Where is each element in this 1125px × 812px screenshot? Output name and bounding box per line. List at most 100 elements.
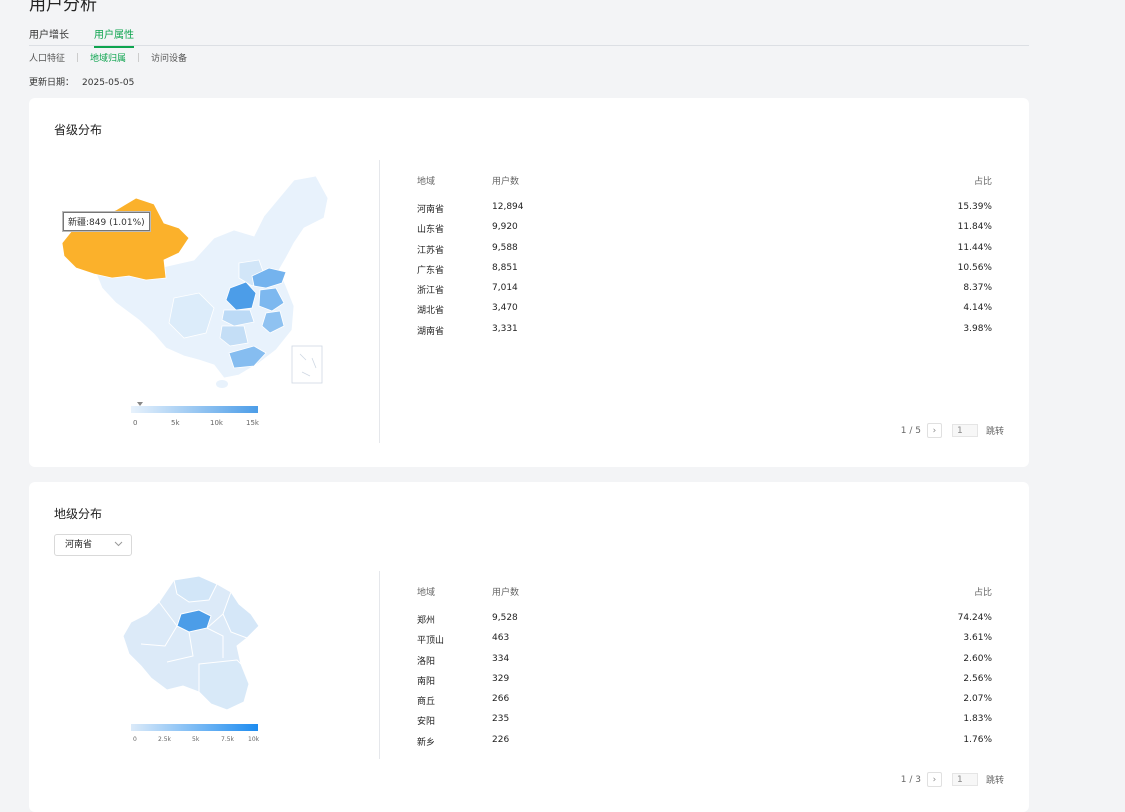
cell-region: 湖北省 [417, 306, 445, 317]
cell-ratio: 1.76% [963, 734, 992, 745]
table-row: 江苏省 9,588 11.44% [417, 243, 992, 263]
chevron-right-icon: › [932, 774, 937, 785]
jump-button[interactable]: 跳转 [986, 773, 1004, 786]
cell-ratio: 10.56% [957, 262, 992, 273]
legend-tick: 2.5k [158, 736, 172, 743]
city-legend-bar[interactable] [131, 724, 258, 731]
cell-region: 广东省 [417, 265, 445, 276]
next-page-button[interactable]: › [926, 772, 942, 787]
cell-ratio: 15.39% [957, 202, 992, 212]
table-row: 广东省 8,851 10.56% [417, 263, 992, 283]
legend-tick: 10k [210, 419, 223, 427]
subtab-region[interactable]: 地域归属 [90, 51, 126, 64]
update-date-label: 更新日期： [29, 78, 75, 88]
page-input[interactable]: 1 [951, 773, 978, 786]
cell-region: 山东省 [417, 225, 445, 236]
cell-users: 226 [492, 734, 510, 745]
cell-users: 334 [492, 653, 510, 664]
cell-ratio: 8.37% [963, 283, 992, 294]
table-row: 南阳 329 2.56% [417, 674, 992, 694]
table-row: 新乡 226 1.76% [417, 735, 992, 755]
province-distribution-card: 省级分布 新疆:849 (1.01%) 0 5k 10k 15k 地域 用户数 … [29, 98, 1029, 467]
cell-users: 7,014 [492, 283, 518, 294]
legend-tick: 15k [246, 419, 259, 427]
china-map[interactable] [54, 168, 344, 388]
col-ratio[interactable]: 占比 [974, 585, 992, 598]
page-indicator: 1 / 5 [900, 425, 921, 436]
table-row: 浙江省 7,014 8.37% [417, 283, 992, 303]
cell-ratio: 3.98% [963, 323, 992, 334]
subtab-divider [77, 53, 79, 62]
province-pagination: 1 / 5 › 1 跳转 [901, 423, 1004, 438]
cell-ratio: 11.84% [957, 222, 992, 233]
cell-users: 266 [492, 694, 510, 705]
cell-region: 河南省 [417, 205, 445, 215]
col-region: 地域 [417, 177, 436, 187]
next-page-button[interactable]: › [926, 423, 942, 438]
cell-region: 郑州 [417, 616, 436, 626]
update-date-value: 2025-05-05 [82, 78, 135, 88]
cell-users: 9,920 [492, 222, 518, 233]
cell-ratio: 3.61% [963, 633, 992, 644]
cell-ratio: 2.56% [963, 673, 992, 684]
legend-tick: 0 [133, 419, 138, 427]
table-row: 湖北省 3,470 4.14% [417, 303, 992, 323]
card-divider [379, 571, 380, 759]
cell-users: 9,528 [492, 613, 518, 623]
map-inset-south-china-sea [291, 345, 323, 384]
card-divider [379, 160, 380, 443]
subtab-demographics[interactable]: 人口特征 [29, 51, 65, 64]
table-row: 商丘 266 2.07% [417, 694, 992, 714]
province-select[interactable]: 河南省 [54, 534, 132, 556]
city-title: 地级分布 [54, 507, 103, 521]
jump-button[interactable]: 跳转 [986, 424, 1004, 437]
province-title: 省级分布 [54, 123, 103, 137]
province-legend-bar[interactable] [131, 406, 258, 413]
cell-users: 235 [492, 714, 510, 725]
page-input[interactable]: 1 [951, 424, 978, 437]
tab-user-growth[interactable]: 用户增长 [29, 26, 69, 46]
map-tooltip: 新疆:849 (1.01%) [63, 212, 150, 231]
col-ratio[interactable]: 占比 [974, 174, 992, 187]
cell-region: 江苏省 [417, 245, 445, 256]
main-tabs: 用户增长 用户属性 [29, 26, 1029, 48]
chevron-right-icon: › [932, 425, 937, 436]
henan-map[interactable] [119, 574, 269, 714]
legend-tick: 7.5k [221, 736, 235, 743]
cell-region: 新乡 [417, 737, 436, 748]
cell-users: 12,894 [492, 202, 524, 212]
table-row: 安阳 235 1.83% [417, 714, 992, 734]
col-users: 用户数 [492, 177, 520, 187]
subtab-devices[interactable]: 访问设备 [151, 51, 187, 64]
cell-region: 湖南省 [417, 326, 445, 337]
cell-region: 平顶山 [417, 636, 445, 647]
map-region-city-south [198, 659, 250, 711]
tab-user-attributes[interactable]: 用户属性 [94, 26, 134, 48]
chevron-down-icon [114, 541, 123, 547]
table-header: 地域 用户数 占比 [417, 174, 992, 202]
cell-region: 安阳 [417, 717, 436, 728]
map-region-hainan [216, 380, 228, 388]
cell-users: 3,331 [492, 323, 518, 334]
legend-tick: 5k [171, 419, 180, 427]
legend-tick: 5k [192, 736, 200, 743]
table-row: 河南省 12,894 15.39% [417, 202, 992, 222]
province-table: 地域 用户数 占比 河南省 12,894 15.39% 山东省 9,920 11.84%… [417, 174, 992, 344]
cell-ratio: 74.24% [957, 613, 992, 623]
cell-region: 浙江省 [417, 286, 445, 297]
legend-tick: 0 [133, 736, 137, 743]
cell-region: 南阳 [417, 676, 436, 687]
cell-ratio: 2.60% [963, 653, 992, 664]
cell-users: 3,470 [492, 303, 518, 314]
cell-ratio: 11.44% [957, 242, 992, 253]
cell-ratio: 2.07% [963, 694, 992, 705]
table-row: 洛阳 334 2.60% [417, 654, 992, 674]
table-row: 山东省 9,920 11.84% [417, 222, 992, 242]
cell-users: 8,851 [492, 262, 518, 273]
cell-ratio: 4.14% [963, 303, 992, 314]
cell-users: 463 [492, 633, 510, 644]
update-date: 更新日期： 2025-05-05 [29, 75, 134, 88]
col-users: 用户数 [492, 588, 520, 598]
cell-region: 商丘 [417, 697, 436, 708]
sub-tabs: 人口特征 地域归属 访问设备 [29, 51, 187, 64]
